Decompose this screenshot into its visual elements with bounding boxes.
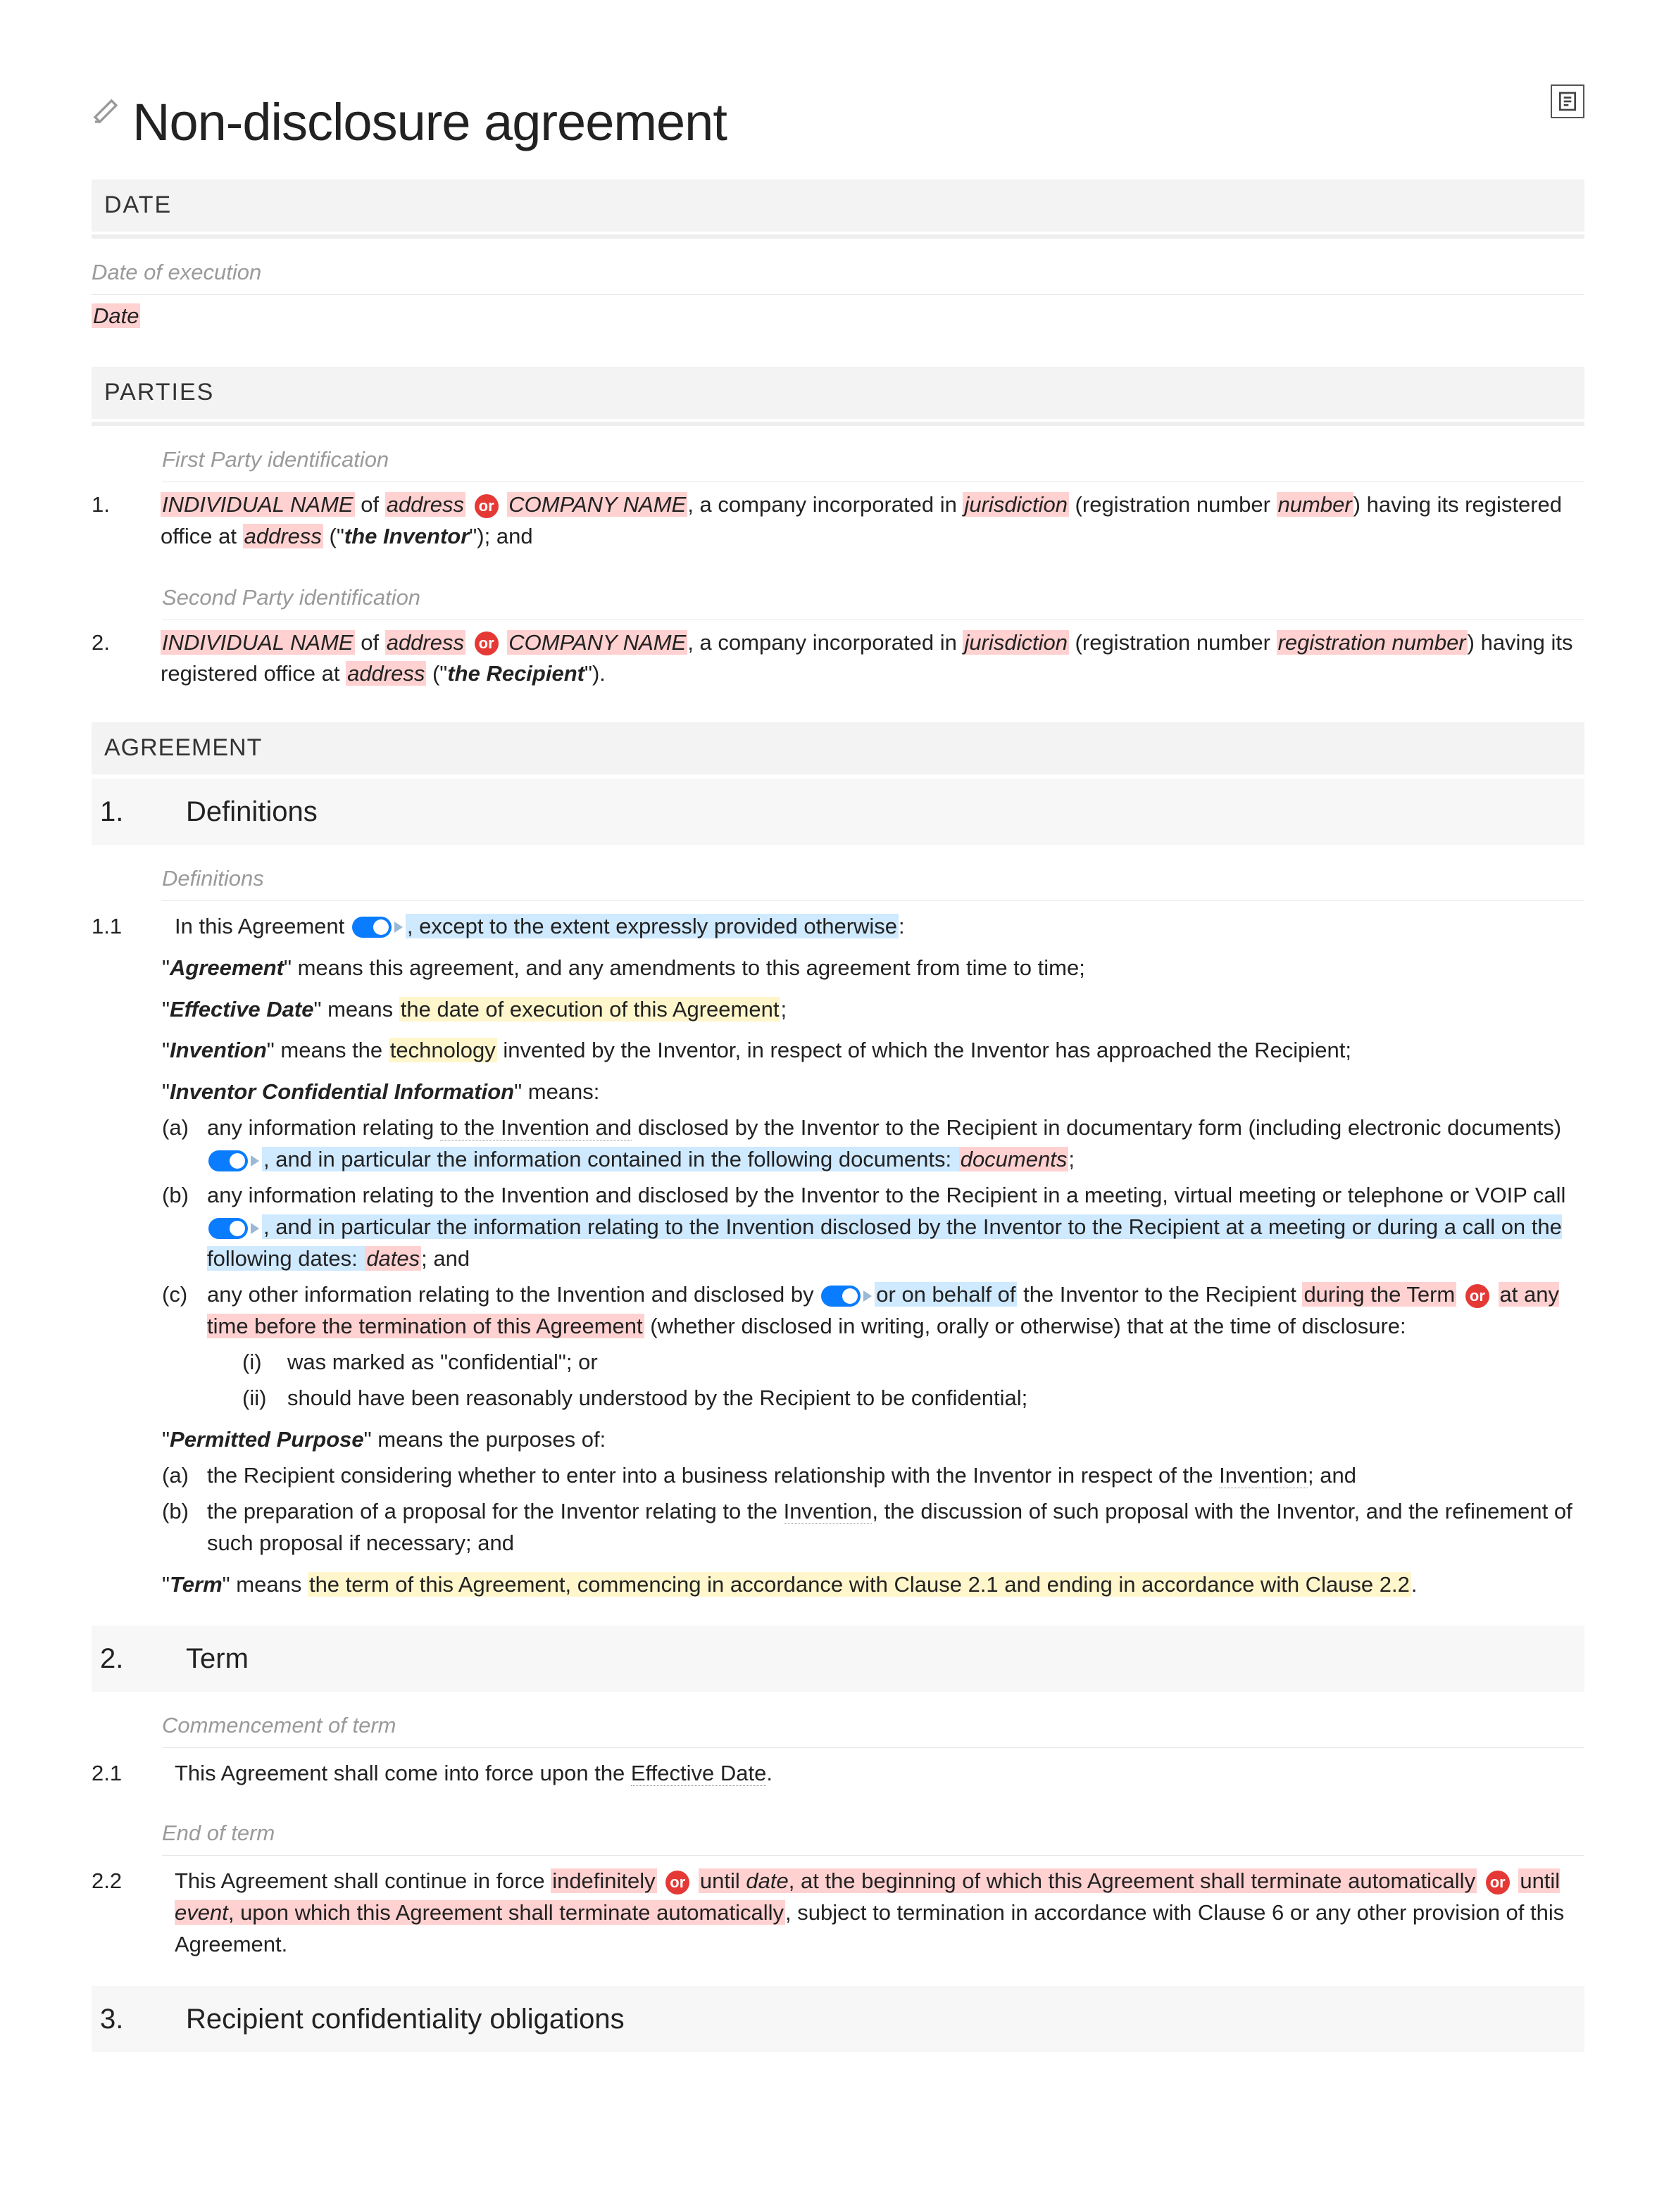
party1-individual[interactable]: INDIVIDUAL NAME [161,492,355,517]
clause-2-2-number: 2.2 [92,1866,155,1961]
section-1-number: 1. [94,791,151,832]
optional-text[interactable]: , except to the extent expressly provide… [406,914,899,938]
term-agreement: Agreement [170,955,284,980]
chevron-right-icon [251,1155,259,1167]
party1-number: 1. [92,489,141,553]
party2-individual[interactable]: INDIVIDUAL NAME [161,630,355,655]
term-permitted-purpose: Permitted Purpose [170,1427,364,1452]
party2-address[interactable]: address [385,630,465,655]
party1-address2[interactable]: address [243,524,323,548]
party1-row: 1. INDIVIDUAL NAME of address or COMPANY… [92,489,1584,553]
party1-body: INDIVIDUAL NAME of address or COMPANY NA… [161,489,1584,553]
or-badge[interactable]: or [1465,1284,1489,1308]
date-value: Date [92,301,1584,332]
section-parties-header: PARTIES [92,367,1584,418]
chevron-right-icon [863,1290,872,1302]
section-1-title: Definitions [186,791,318,832]
toggle-icon[interactable] [208,1150,248,1171]
section-3-number: 3. [94,1999,151,2040]
or-badge[interactable]: or [475,631,499,655]
section-3-heading: 3. Recipient confidentiality obligations [92,1986,1584,2052]
ici-item-c-ii: (ii) should have been reasonably underst… [242,1383,1584,1414]
editable-text[interactable]: the term of this Agreement, commencing i… [308,1572,1411,1597]
section-1-heading: 1. Definitions [92,779,1584,845]
clause-1-1-number: 1.1 [92,911,155,943]
chevron-right-icon [394,922,403,933]
section-2-title: Term [186,1638,249,1679]
event-placeholder[interactable]: event [175,1900,228,1925]
pp-item-b: (b) the preparation of a proposal for th… [162,1496,1584,1559]
pp-item-a: (a) the Recipient considering whether to… [162,1460,1584,1492]
party2-defined-term: the Recipient [447,661,584,686]
party2-body: INDIVIDUAL NAME of address or COMPANY NA… [161,627,1584,691]
party1-note: First Party identification [162,426,1584,482]
clause-2-2: 2.2 This Agreement shall continue in for… [92,1866,1584,1961]
term-effective-date: Effective Date [170,997,313,1022]
party2-regnum[interactable]: registration number [1277,630,1468,655]
alt-text[interactable]: during the Term [1302,1282,1456,1307]
def-ici: "Inventor Confidential Information" mean… [162,1076,1584,1414]
party2-company[interactable]: COMPANY NAME [507,630,687,655]
date-note: Date of execution [92,239,1584,295]
commencement-note: Commencement of term [162,1692,1584,1748]
clause-2-1-number: 2.1 [92,1758,155,1790]
or-badge[interactable]: or [1486,1871,1510,1894]
outline-button[interactable] [1551,84,1584,118]
or-badge[interactable]: or [665,1871,689,1894]
documents-placeholder[interactable]: documents [959,1147,1069,1171]
def-agreement: "Agreement" means this agreement, and an… [162,953,1584,984]
def-effective-date: "Effective Date" means the date of execu… [162,994,1584,1026]
def-term: "Term" means the term of this Agreement,… [162,1569,1584,1601]
term-term: Term [170,1572,223,1597]
ici-item-a: (a) any information relating to the Inve… [162,1112,1584,1176]
optional-text[interactable]: or on behalf of [875,1282,1017,1307]
def-invention: "Invention" means the technology invente… [162,1035,1584,1067]
date-placeholder[interactable]: date [746,1868,788,1893]
edit-icon [92,97,120,125]
party1-jurisdiction[interactable]: jurisdiction [963,492,1068,517]
party2-jurisdiction[interactable]: jurisdiction [963,630,1068,655]
term-invention: Invention [170,1038,267,1062]
optional-text[interactable]: , and in particular the information cont… [262,1147,959,1171]
document-title: Non-disclosure agreement [132,84,727,160]
end-of-term-note: End of term [162,1799,1584,1856]
clause-2-1-body: This Agreement shall come into force upo… [175,1758,1584,1790]
clause-2-2-body: This Agreement shall continue in force i… [175,1866,1584,1961]
definitions-note: Definitions [162,845,1584,901]
party2-address2[interactable]: address [346,661,426,686]
section-3-title: Recipient confidentiality obligations [186,1999,625,2040]
or-badge[interactable]: or [475,494,499,518]
title-row: Non-disclosure agreement [92,84,1584,160]
section-agreement-header: AGREEMENT [92,722,1584,774]
party2-number: 2. [92,627,141,691]
toggle-icon[interactable] [208,1218,248,1239]
toggle-icon[interactable] [821,1286,861,1307]
editable-text[interactable]: technology [389,1038,497,1062]
ici-item-b: (b) any information relating to the Inve… [162,1180,1584,1275]
party1-regnum[interactable]: number [1277,492,1353,517]
editable-text[interactable]: the date of execution of this Agreement [399,997,781,1022]
clause-1-1-body: In this Agreement , except to the extent… [175,911,1584,943]
alt-text[interactable]: until date, at the beginning of which th… [699,1868,1477,1893]
clause-1-1: 1.1 In this Agreement , except to the ex… [92,911,1584,943]
alt-text[interactable]: indefinitely [551,1868,656,1893]
section-2-heading: 2. Term [92,1626,1584,1692]
party1-address[interactable]: address [385,492,465,517]
chevron-right-icon [251,1223,259,1234]
ici-item-c-i: (i) was marked as "confidential"; or [242,1347,1584,1378]
section-date-header: DATE [92,180,1584,231]
party2-row: 2. INDIVIDUAL NAME of address or COMPANY… [92,627,1584,691]
dates-placeholder[interactable]: dates [365,1246,421,1271]
section-2-number: 2. [94,1638,151,1679]
clause-2-1: 2.1 This Agreement shall come into force… [92,1758,1584,1790]
party1-company[interactable]: COMPANY NAME [507,492,687,517]
ici-item-c: (c) any other information relating to th… [162,1279,1584,1414]
def-permitted-purpose: "Permitted Purpose" means the purposes o… [162,1424,1584,1559]
term-ici: Inventor Confidential Information [170,1079,514,1104]
date-placeholder[interactable]: Date [92,303,140,328]
party2-note: Second Party identification [162,564,1584,620]
toggle-icon[interactable] [352,917,392,938]
party1-defined-term: the Inventor [344,524,469,548]
